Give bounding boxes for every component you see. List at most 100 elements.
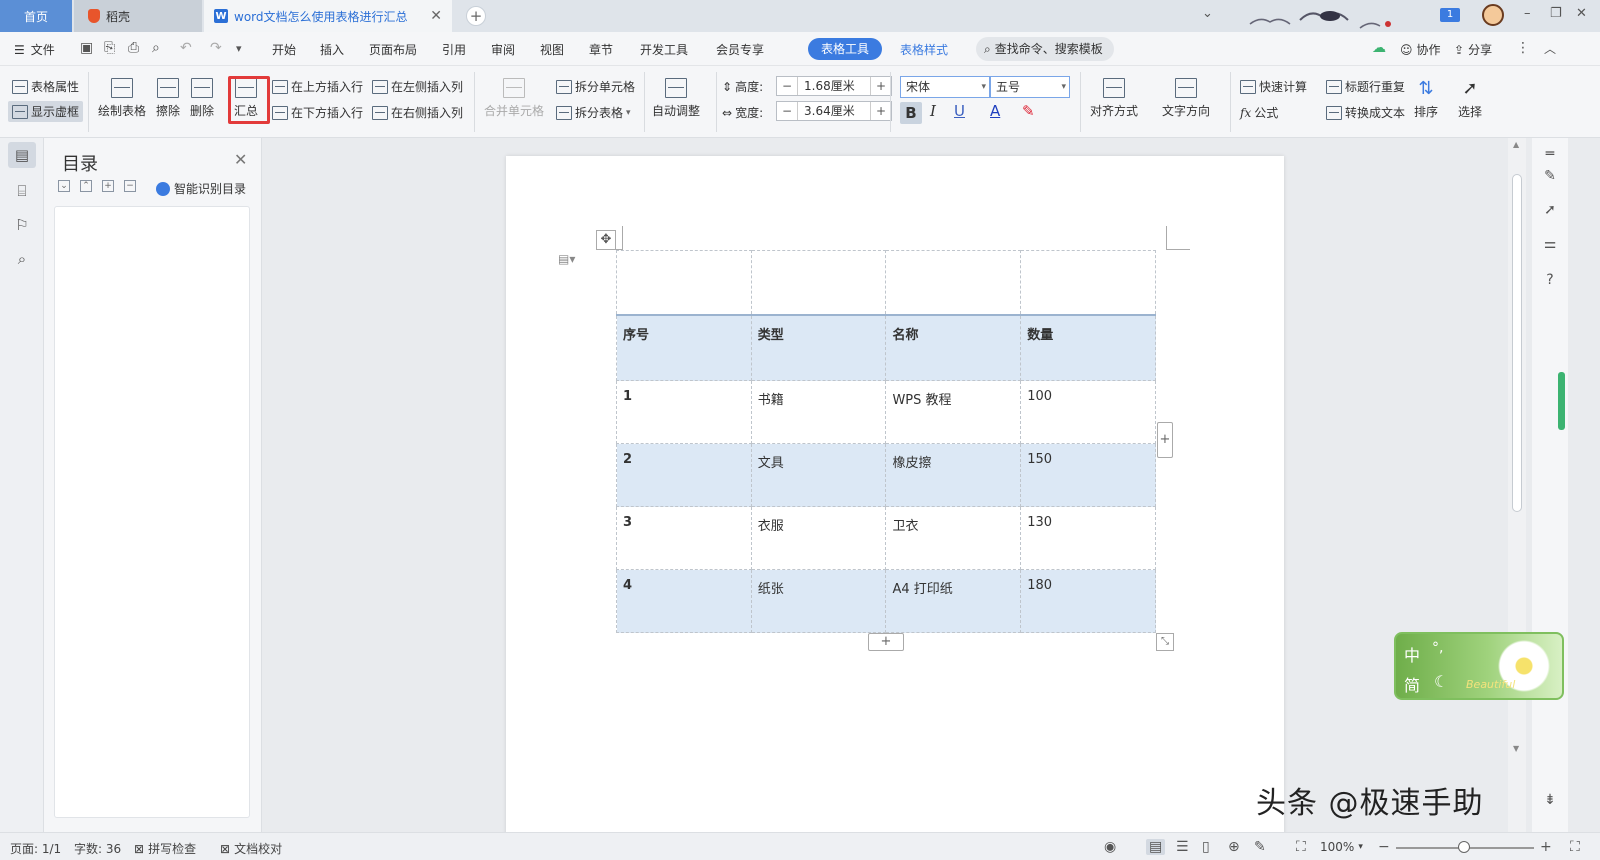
bold-button[interactable]: B [900, 102, 922, 124]
delete-button[interactable]: 删除 [190, 78, 214, 119]
table-cell[interactable]: 书籍 [750, 380, 887, 444]
export-pdf-icon[interactable]: ⎘ [104, 40, 115, 56]
menu-insert[interactable]: 插入 [320, 41, 344, 58]
page-indicator[interactable]: 页面: 1/1 [10, 840, 61, 857]
table-cell[interactable]: A4 打印纸 [885, 569, 1022, 633]
file-menu-button[interactable]: ☰ 文件 [14, 41, 55, 58]
user-avatar[interactable] [1482, 4, 1504, 26]
menu-member[interactable]: 会员专享 [716, 41, 764, 58]
menu-references[interactable]: 引用 [442, 41, 466, 58]
tab-table-style[interactable]: 表格样式 [900, 41, 948, 58]
settings-sliders-icon[interactable]: ⚌ [1540, 236, 1560, 256]
zoom-in-button[interactable]: + [1540, 839, 1552, 855]
table-cell[interactable] [885, 250, 1022, 315]
table-cell[interactable] [1020, 250, 1156, 315]
align-button[interactable]: 对齐方式 [1090, 78, 1138, 119]
show-gridlines-toggle[interactable]: 显示虚框 [8, 101, 84, 122]
menu-review[interactable]: 审阅 [491, 41, 515, 58]
tab-daoke[interactable]: 稻壳 [74, 0, 202, 32]
tab-home[interactable]: 首页 [0, 0, 72, 32]
menu-chevron-icon[interactable]: ⌄ [1202, 6, 1213, 21]
page-nav-icon[interactable]: ⇟ [1540, 792, 1560, 812]
vertical-scrollbar[interactable]: ▲ ▼ [1508, 138, 1526, 832]
redo-icon[interactable]: ↷ [210, 40, 222, 56]
table-properties-button[interactable]: 表格属性 [12, 78, 79, 95]
menu-chapter[interactable]: 章节 [589, 41, 613, 58]
write-mode-icon[interactable]: ✎ [1254, 839, 1266, 855]
new-tab-button[interactable]: + [466, 6, 486, 26]
doc-proof-button[interactable]: ⊠ 文档校对 [220, 840, 282, 857]
minimize-button[interactable]: – [1524, 6, 1531, 21]
tab-close-icon[interactable]: ✕ [430, 8, 442, 24]
restore-button[interactable]: ❐ [1550, 6, 1562, 21]
paragraph-layout-icon[interactable]: ▤▾ [558, 252, 575, 266]
fullscreen-icon[interactable]: ⛶ [1570, 839, 1580, 855]
table-cell[interactable]: 1 [616, 380, 752, 444]
insert-row-below-button[interactable]: 在下方插入行 [272, 104, 363, 121]
tab-table-tools[interactable]: 表格工具 [808, 38, 882, 60]
col-width-stepper[interactable]: − 3.64厘米 + [776, 101, 892, 121]
header-cell-qty[interactable]: 数量 [1020, 313, 1156, 381]
highlight-color-icon[interactable]: ✎ [1022, 102, 1035, 120]
split-cells-button[interactable]: 拆分单元格 [556, 78, 635, 95]
undo-icon[interactable]: ↶ [180, 40, 192, 56]
decrease-height-button[interactable]: − [777, 79, 797, 93]
toc-pane-icon[interactable]: ▤ [8, 142, 36, 168]
col-width-value[interactable]: 3.64厘米 [797, 102, 871, 120]
table-resize-handle-icon[interactable]: ⤡ [1156, 633, 1174, 651]
increase-width-button[interactable]: + [871, 104, 891, 118]
erase-button[interactable]: 擦除 [156, 78, 180, 119]
expand-all-icon[interactable]: ⌄ [58, 180, 70, 192]
select-button[interactable]: ➚ 选择 [1458, 78, 1482, 120]
cloud-sync-icon[interactable]: ☁ [1372, 40, 1386, 56]
select-pointer-icon[interactable]: ➚ [1540, 202, 1560, 222]
document-page[interactable]: ▤▾ ✥ 序号 类型 名称 数量 1 书籍 WPS 教程 100 2 文具 橡皮… [506, 156, 1284, 832]
increase-height-button[interactable]: + [871, 79, 891, 93]
notification-badge[interactable]: 1 [1440, 8, 1460, 22]
data-table[interactable]: 序号 类型 名称 数量 1 书籍 WPS 教程 100 2 文具 橡皮擦 150… [616, 250, 1156, 633]
close-nav-pane-icon[interactable]: ✕ [234, 150, 247, 169]
font-size-select[interactable]: 五号 ▾ [990, 76, 1070, 98]
table-cell[interactable]: 180 [1020, 569, 1156, 633]
quick-calc-button[interactable]: 快速计算 [1240, 78, 1307, 95]
ime-moon-icon[interactable]: ☾ [1434, 672, 1448, 691]
font-name-select[interactable]: 宋体 ▾ [900, 76, 990, 98]
italic-button[interactable]: I [930, 102, 936, 120]
add-column-button[interactable]: + [1157, 422, 1173, 458]
zoom-slider-knob[interactable] [1458, 841, 1470, 853]
find-icon[interactable]: ⌕ [8, 246, 36, 272]
smart-toc-button[interactable]: 智能识别目录 [156, 180, 246, 197]
font-color-button[interactable]: A [990, 102, 1000, 120]
outline-view-icon[interactable]: ☰ [1176, 839, 1189, 855]
convert-to-text-button[interactable]: 转换成文本 [1326, 104, 1405, 121]
table-cell[interactable]: 卫衣 [885, 506, 1022, 570]
ime-language-toggle[interactable]: 中 [1404, 642, 1420, 666]
menu-start[interactable]: 开始 [272, 41, 296, 58]
repeat-header-button[interactable]: 标题行重复 [1326, 78, 1405, 95]
edit-pen-icon[interactable]: ✎ [1540, 168, 1560, 188]
header-cell-type[interactable]: 类型 [750, 313, 887, 381]
insert-col-left-button[interactable]: 在左侧插入列 [372, 78, 463, 95]
table-cell[interactable] [750, 250, 887, 315]
scrollbar-thumb[interactable] [1512, 174, 1522, 512]
menu-view[interactable]: 视图 [540, 41, 564, 58]
add-level-icon[interactable]: + [102, 180, 114, 192]
remove-level-icon[interactable]: − [124, 180, 136, 192]
decrease-width-button[interactable]: − [777, 104, 797, 118]
ime-punctuation-toggle[interactable]: °, [1432, 640, 1443, 656]
customize-toolbar-icon[interactable]: ▾ [236, 42, 242, 55]
table-cell[interactable]: 4 [616, 569, 752, 633]
draw-table-button[interactable]: 绘制表格 [98, 78, 146, 119]
reading-view-icon[interactable]: ▯ [1202, 839, 1210, 855]
formula-button[interactable]: fx 公式 [1240, 104, 1278, 121]
print-icon[interactable]: ⎙ [128, 40, 139, 56]
table-cell[interactable]: 150 [1020, 443, 1156, 507]
table-cell[interactable]: 文具 [750, 443, 887, 507]
table-cell[interactable]: 130 [1020, 506, 1156, 570]
underline-button[interactable]: U [954, 102, 965, 120]
insert-col-right-button[interactable]: 在右侧插入列 [372, 104, 463, 121]
collaborate-button[interactable]: ☺ 协作 [1400, 41, 1441, 58]
add-row-button[interactable]: + [868, 633, 904, 651]
table-cell[interactable] [616, 250, 752, 315]
table-cell[interactable]: WPS 教程 [885, 380, 1022, 444]
